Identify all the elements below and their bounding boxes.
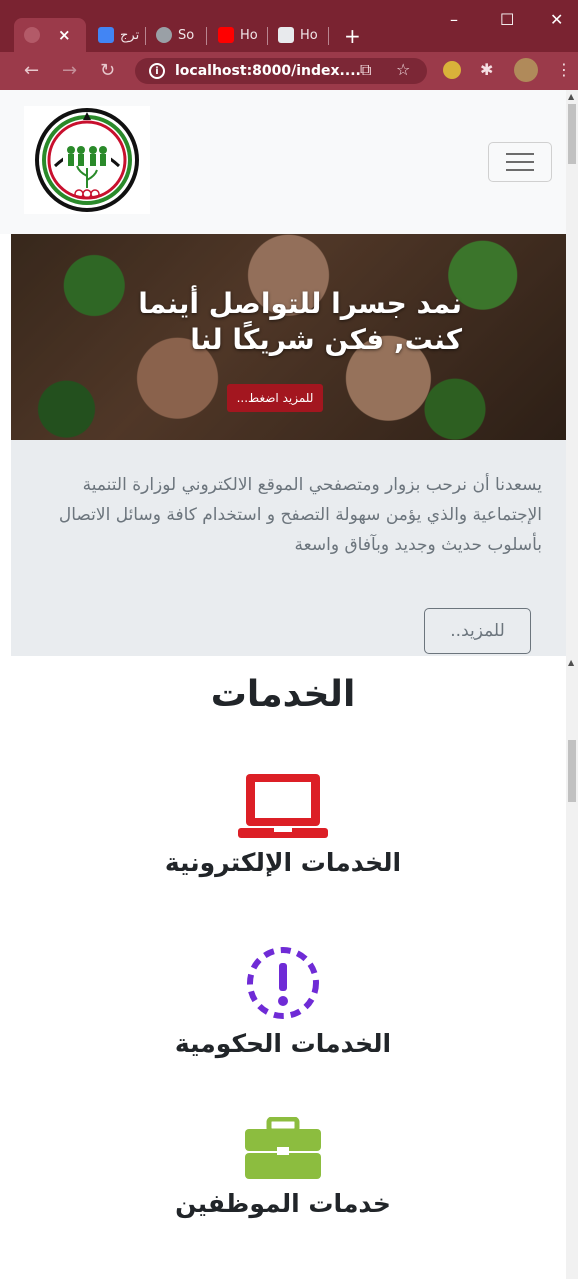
service-employees[interactable]: خدمات الموظفين [0, 1117, 566, 1218]
hero-banner: نمد جسرا للتواصل أينما كنت, فكن شريكًا ل… [11, 234, 566, 440]
browser-toolbar: ← → ↻ i localhost:8000/index.... ⧉ ☆ ✱ ⋮ [0, 52, 578, 90]
youtube-icon [218, 27, 234, 43]
emblem-icon [35, 108, 139, 212]
hamburger-line [506, 169, 534, 171]
forward-button[interactable]: → [62, 60, 77, 81]
tab-ho[interactable]: Ho [268, 18, 318, 52]
hamburger-line [506, 153, 534, 155]
globe-icon [156, 27, 172, 43]
scrollbar-thumb[interactable] [568, 740, 576, 802]
services-heading: الخدمات [210, 674, 356, 715]
new-tab-button[interactable]: + [344, 24, 361, 48]
welcome-more-button[interactable]: للمزيد.. [424, 608, 531, 654]
tab-label: So [178, 27, 195, 43]
scroll-up-arrow-icon[interactable]: ▲ [568, 92, 574, 101]
tab-label: ترج [120, 27, 140, 43]
tab-divider [206, 27, 207, 45]
laptop-icon [238, 774, 328, 838]
service-label: الخدمات الإلكترونية [164, 848, 402, 877]
url-text: localhost:8000/index.... [175, 63, 361, 79]
loading-icon [24, 27, 40, 43]
info-icon[interactable]: i [149, 63, 165, 79]
hero-title: نمد جسرا للتواصل أينما كنت, فكن شريكًا ل… [138, 287, 462, 356]
exclamation-circle-icon [247, 947, 319, 1019]
welcome-text: يسعدنا أن نرحب بزوار ومتصفحي الموقع الال… [58, 475, 542, 555]
hamburger-line [506, 161, 534, 163]
welcome-section: يسعدنا أن نرحب بزوار ومتصفحي الموقع الال… [11, 440, 566, 656]
service-government[interactable]: الخدمات الحكومية [0, 945, 566, 1058]
hero-more-button[interactable]: للمزيد اضغط... [227, 384, 323, 412]
translate-icon[interactable]: ⧉ [360, 60, 371, 80]
page-scrollbar[interactable]: ▲ ▲ [566, 90, 578, 1279]
address-bar[interactable]: i localhost:8000/index.... [135, 58, 427, 84]
scroll-up-arrow-icon[interactable]: ▲ [568, 658, 574, 667]
tab-divider [328, 27, 329, 45]
back-button[interactable]: ← [24, 60, 39, 81]
tab-so[interactable]: So [146, 18, 194, 52]
puzzle-icon[interactable]: ✱ [480, 60, 493, 79]
navbar-toggle-button[interactable] [488, 142, 552, 182]
service-label: خدمات الموظفين [175, 1189, 391, 1218]
close-window-button[interactable]: ✕ [550, 10, 563, 29]
reload-button[interactable]: ↻ [100, 60, 115, 81]
tab-active[interactable]: × [14, 18, 86, 52]
ministry-logo[interactable] [24, 106, 150, 214]
tab-label: Ho [240, 27, 258, 43]
tab-close-icon[interactable]: × [58, 26, 71, 44]
tab-translate[interactable]: ترج [88, 18, 139, 52]
scrollbar-thumb[interactable] [568, 104, 576, 164]
page-icon [278, 27, 294, 43]
menu-icon[interactable]: ⋮ [556, 60, 572, 79]
star-icon[interactable]: ☆ [396, 60, 410, 79]
page: نمد جسرا للتواصل أينما كنت, فكن شريكًا ل… [0, 90, 566, 1279]
maximize-button[interactable]: ☐ [500, 10, 514, 29]
extension-icon[interactable] [443, 61, 461, 79]
site-navbar [0, 90, 566, 234]
browser-tab-strip: × ترج So Ho Ho + – ☐ ✕ [0, 0, 578, 52]
tab-youtube[interactable]: Ho [208, 18, 258, 52]
minimize-button[interactable]: – [450, 10, 458, 29]
google-translate-icon [98, 27, 114, 43]
avatar[interactable] [514, 58, 538, 82]
tab-label: Ho [300, 27, 318, 43]
service-label: الخدمات الحكومية [174, 1029, 392, 1058]
briefcase-icon [245, 1117, 321, 1179]
service-electronic[interactable]: الخدمات الإلكترونية [0, 772, 566, 877]
